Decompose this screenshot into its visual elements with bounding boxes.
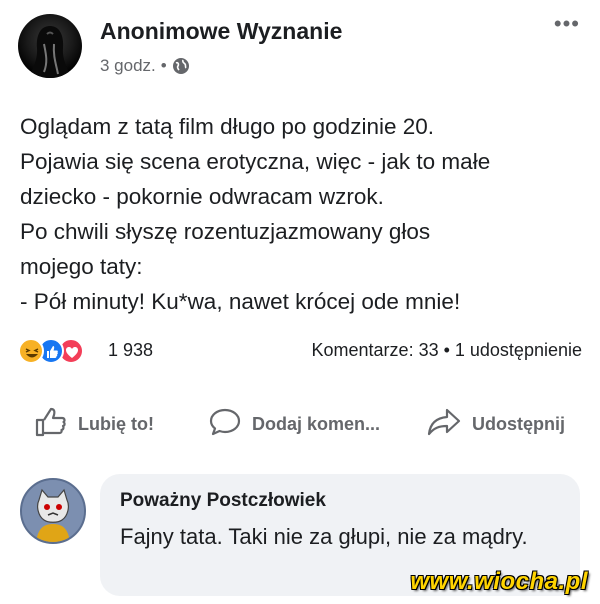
thumbs-up-icon [34,406,68,443]
action-bar: Lubię to! Dodaj komen... Udostępnij [0,398,600,454]
share-label: Udostępnij [472,414,565,434]
comment-bubble-icon [208,406,242,443]
post-text: Oglądam z tatą film długo po godzinie 20… [20,114,491,314]
haha-reaction-icon [18,338,44,364]
share-arrow-icon [426,406,462,443]
comments-shares-count[interactable]: Komentarze: 33 • 1 udostępnienie [312,340,582,361]
reaction-count[interactable]: 1 938 [108,340,153,361]
globe-icon [172,57,190,75]
page-name[interactable]: Anonimowe Wyznanie [100,18,342,45]
reactions-summary[interactable] [18,338,106,364]
like-button[interactable]: Lubię to! [34,406,154,443]
comment-label: Dodaj komen... [252,414,381,434]
watermark: www.wiocha.pl [410,568,588,595]
meta-separator: • [160,56,167,75]
share-button[interactable]: Udostępnij [426,406,565,443]
more-options-button[interactable]: ••• [554,13,580,35]
post-stats: 1 938 Komentarze: 33 • 1 udostępnienie [18,336,582,366]
page-avatar[interactable] [18,14,82,78]
comment-text: Fajny tata. Taki nie za głupi, nie za mą… [120,524,528,549]
commenter-avatar[interactable] [20,478,86,544]
comment-author[interactable]: Poważny Postczłowiek [120,490,326,512]
comment-button[interactable]: Dodaj komen... [208,406,380,443]
post-time[interactable]: 3 godz. [100,56,156,76]
post-header: Anonimowe Wyznanie 3 godz. • ••• [18,10,588,90]
like-label: Lubię to! [78,414,154,434]
post-meta: 3 godz. • [100,56,190,76]
